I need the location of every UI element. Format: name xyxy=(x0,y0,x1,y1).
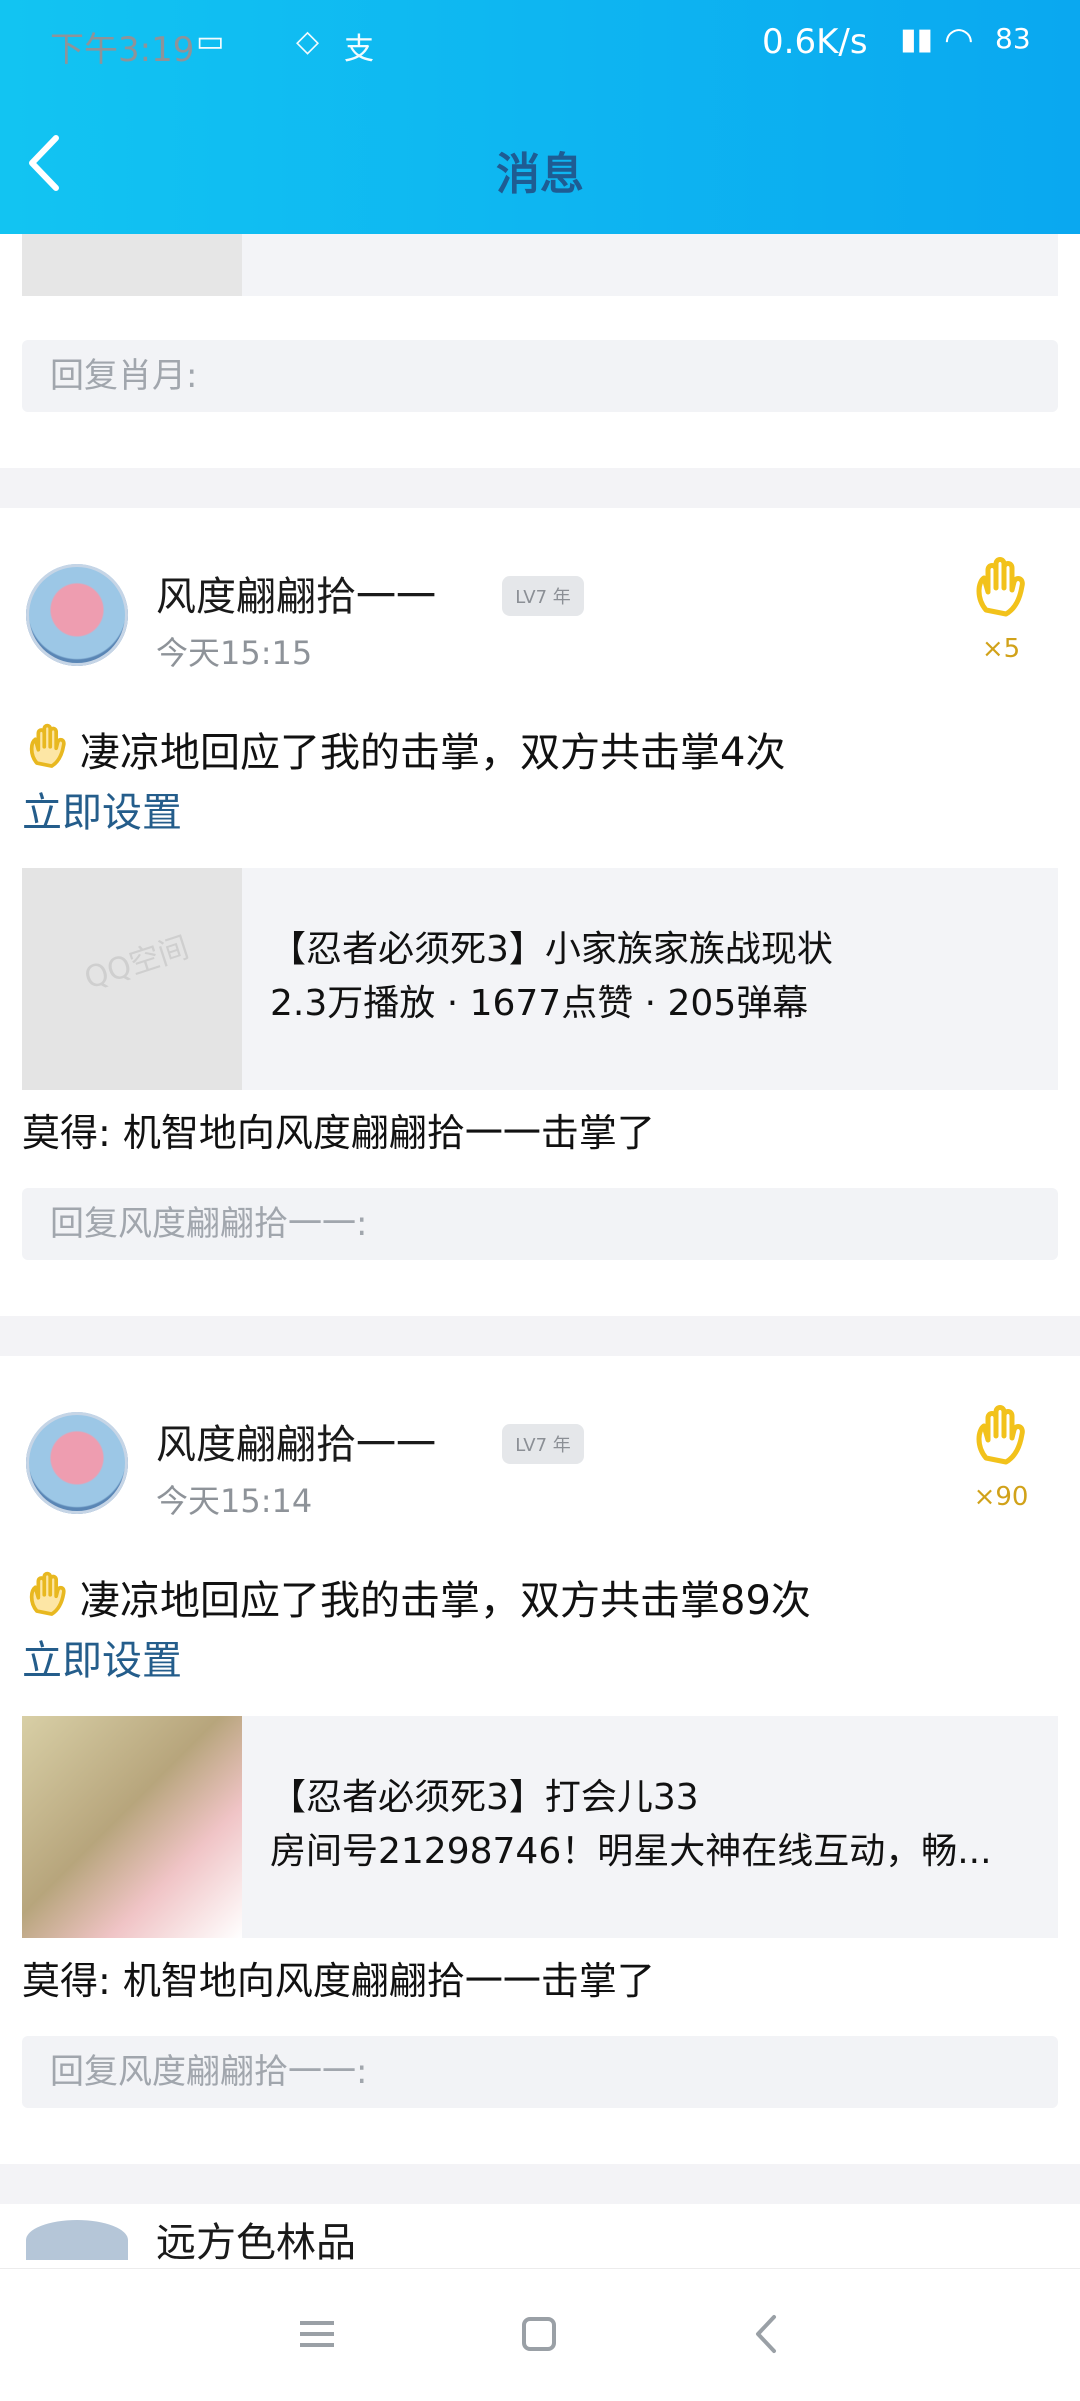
status-time: 下午3:19 xyxy=(50,30,195,70)
user-name[interactable]: 风度翩翩拾一一 xyxy=(156,564,436,622)
app-icon: ◇ xyxy=(296,24,320,59)
card-thumbnail-image xyxy=(22,1716,242,1938)
level-badge: LV7 年 xyxy=(502,576,584,616)
card-title: 【忍者必须死3】小家族家族战现状 xyxy=(270,929,833,970)
battery-level: 83 xyxy=(995,22,1031,55)
clap-hand-icon xyxy=(29,723,66,768)
net-speed: 0.6K/s xyxy=(762,22,868,62)
action-text: 凄凉地回应了我的击掌，双方共击掌4次 xyxy=(80,730,786,776)
reply-input[interactable]: 回复风度翩翩拾一一: xyxy=(22,1188,1058,1260)
wifi-icon: ◠ xyxy=(944,20,974,60)
clap-count: ×5 xyxy=(981,634,1021,664)
timestamp: 今天15:14 xyxy=(156,1482,313,1520)
menu-icon[interactable] xyxy=(290,2307,344,2361)
reply-text: 莫得: 机智地向风度翩翩拾一一击掌了 xyxy=(22,1959,655,2003)
signal-icon: ▮▮ xyxy=(900,22,934,57)
action-text: 凄凉地回应了我的击掌，双方共击掌89次 xyxy=(80,1578,811,1624)
timestamp: 今天15:15 xyxy=(156,634,313,672)
set-now-link[interactable]: 立即设置 xyxy=(22,1628,182,1686)
status-bar: 下午3:19 ▭ ◇ 支 0.6K/s ▮▮ ◠ 83 xyxy=(0,0,1080,90)
card-subtitle: 2.3万播放 · 1677点赞 · 205弹幕 xyxy=(270,983,809,1024)
clap-hand-icon xyxy=(29,1571,66,1616)
reply-text: 莫得: 机智地向风度翩翩拾一一击掌了 xyxy=(22,1111,655,1155)
avatar[interactable] xyxy=(26,1412,128,1514)
qzone-watermark: QQ空间 xyxy=(80,930,194,997)
reply-input[interactable]: 回复肖月: xyxy=(22,340,1058,412)
avatar[interactable] xyxy=(26,564,128,666)
card-thumbnail: QQ空间 xyxy=(22,868,242,1090)
divider xyxy=(0,1316,1080,1356)
next-user-name[interactable]: 远方色林品 xyxy=(156,2210,356,2268)
back-nav-icon[interactable] xyxy=(740,2307,794,2361)
high-five-icon[interactable] xyxy=(966,552,1036,622)
live-card[interactable]: 【忍者必须死3】打会儿33 房间号21298746！明星大神在线互动，畅... xyxy=(22,1716,1058,1938)
card-title: 【忍者必须死3】打会儿33 xyxy=(270,1777,699,1818)
reply-input[interactable]: 回复风度翩翩拾一一: xyxy=(22,2036,1058,2108)
card-subtitle: 房间号21298746！明星大神在线互动，畅... xyxy=(270,1831,992,1872)
previous-card-thumbnail[interactable] xyxy=(22,234,242,296)
high-five-icon[interactable] xyxy=(966,1400,1036,1470)
divider xyxy=(0,468,1080,508)
video-card[interactable]: QQ空间 【忍者必须死3】小家族家族战现状 2.3万播放 · 1677点赞 · … xyxy=(22,868,1058,1090)
divider xyxy=(0,2164,1080,2204)
message-list[interactable]: 回复肖月: 风度翩翩拾一一 LV7 年 今天15:15 ×5 凄凉地回应了我的击… xyxy=(0,234,1080,2268)
clap-count: ×90 xyxy=(973,1482,1029,1512)
user-name[interactable]: 风度翩翩拾一一 xyxy=(156,1412,436,1470)
page-title: 消息 xyxy=(496,149,584,200)
next-avatar[interactable] xyxy=(26,2220,128,2260)
set-now-link[interactable]: 立即设置 xyxy=(22,780,182,838)
level-badge: LV7 年 xyxy=(502,1424,584,1464)
home-icon[interactable] xyxy=(512,2307,566,2361)
header-bar: 下午3:19 ▭ ◇ 支 0.6K/s ▮▮ ◠ 83 消息 xyxy=(0,0,1080,234)
message-icon: ▭ xyxy=(196,24,225,59)
alipay-icon: 支 xyxy=(344,32,374,67)
system-nav-bar xyxy=(0,2268,1080,2401)
previous-card[interactable] xyxy=(242,234,1058,296)
